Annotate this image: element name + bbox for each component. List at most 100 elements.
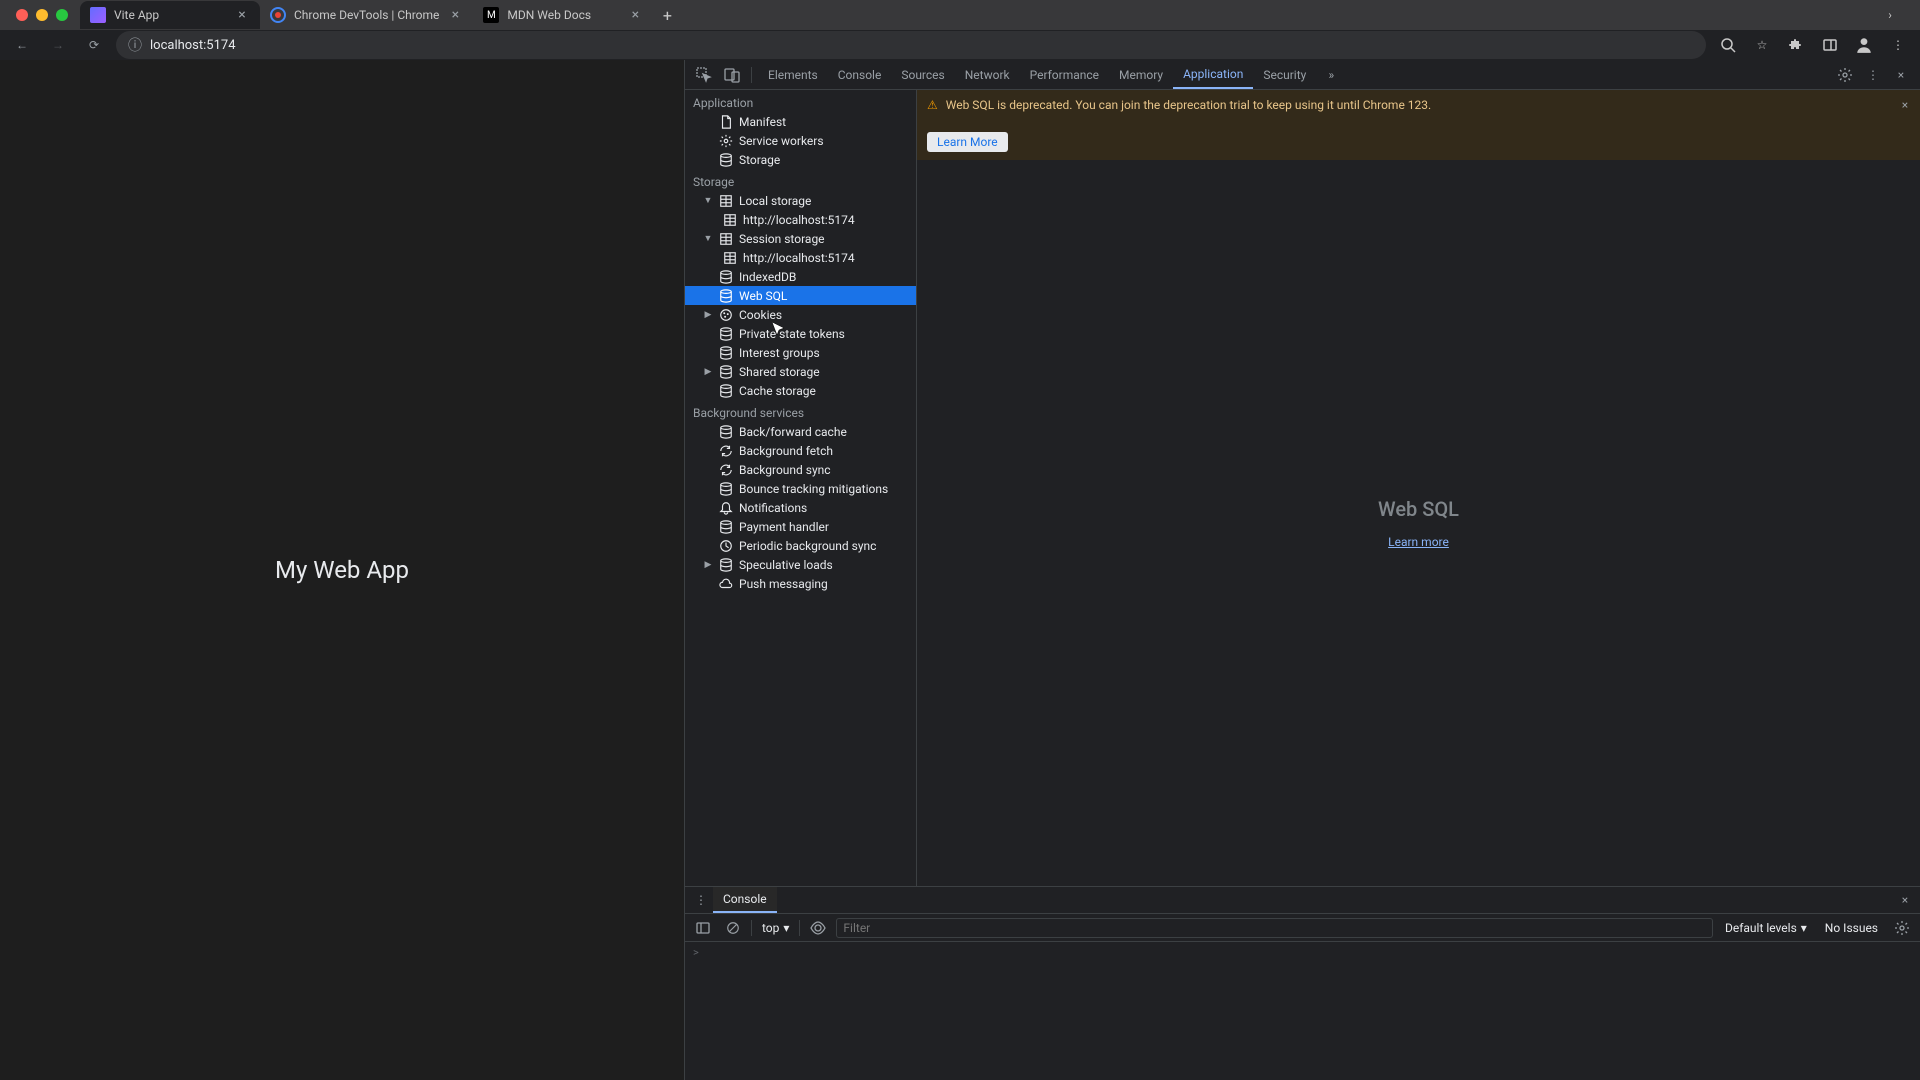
tree-item-private-state-tokens[interactable]: Private state tokens	[685, 324, 916, 343]
tree-item-payment-handler[interactable]: Payment handler	[685, 517, 916, 536]
learn-more-link[interactable]: Learn more	[1388, 535, 1449, 549]
tab-sources[interactable]: Sources	[891, 60, 954, 89]
new-tab-button[interactable]: +	[653, 1, 681, 29]
back-button[interactable]: ←	[8, 31, 36, 59]
bookmark-icon[interactable]: ☆	[1748, 31, 1776, 59]
drawer-tab-console[interactable]: Console	[713, 887, 777, 913]
tree-item-notifications[interactable]: Notifications	[685, 498, 916, 517]
db-icon	[719, 520, 733, 534]
separator	[751, 67, 752, 83]
tree-item-local-storage[interactable]: ▼Local storage	[685, 191, 916, 210]
forward-button[interactable]: →	[44, 31, 72, 59]
tree-item-origin[interactable]: http://localhost:5174	[685, 248, 916, 267]
more-tabs-icon[interactable]: »	[1318, 62, 1344, 88]
browser-tab-devtools[interactable]: Chrome DevTools | Chrome ×	[260, 1, 473, 29]
tree-item-label: Service workers	[739, 134, 824, 148]
inspect-element-icon[interactable]	[691, 62, 717, 88]
db-icon	[719, 153, 733, 167]
db-icon	[719, 558, 733, 572]
tree-item-background-sync[interactable]: Background sync	[685, 460, 916, 479]
tree-item-origin[interactable]: http://localhost:5174	[685, 210, 916, 229]
tree-item-manifest[interactable]: Manifest	[685, 112, 916, 131]
tab-network[interactable]: Network	[955, 60, 1020, 89]
tree-item-back-forward-cache[interactable]: Back/forward cache	[685, 422, 916, 441]
extensions-icon[interactable]	[1782, 31, 1810, 59]
tree-item-label: Manifest	[739, 115, 786, 129]
window-controls	[8, 9, 80, 21]
close-tab-icon[interactable]: ×	[447, 7, 463, 23]
tree-item-cache-storage[interactable]: Cache storage	[685, 381, 916, 400]
chevron-right-icon: ▶	[703, 310, 713, 320]
tree-item-label: Push messaging	[739, 577, 828, 591]
tab-memory[interactable]: Memory	[1109, 60, 1173, 89]
close-drawer-icon[interactable]: ×	[1894, 889, 1916, 911]
maximize-window[interactable]	[56, 9, 68, 21]
tab-security[interactable]: Security	[1253, 60, 1316, 89]
close-warning-icon[interactable]: ×	[1896, 96, 1914, 114]
tab-console[interactable]: Console	[828, 60, 892, 89]
context-selector[interactable]: top ▾	[758, 921, 793, 935]
tree-item-storage[interactable]: Storage	[685, 150, 916, 169]
chevron-right-icon: ▶	[703, 560, 713, 570]
console-settings-icon[interactable]	[1890, 916, 1914, 940]
tree-item-interest-groups[interactable]: Interest groups	[685, 343, 916, 362]
chrome-chevron-icon[interactable]: ›	[1878, 3, 1902, 27]
drawer-menu-icon[interactable]: ⋮	[689, 888, 713, 912]
tab-elements[interactable]: Elements	[758, 60, 828, 89]
address-bar[interactable]: ⓘ localhost:5174	[116, 31, 1706, 59]
tree-item-service-workers[interactable]: Service workers	[685, 131, 916, 150]
live-expression-icon[interactable]	[806, 916, 830, 940]
issues-indicator[interactable]: No Issues	[1819, 921, 1884, 935]
search-icon[interactable]	[1714, 31, 1742, 59]
learn-more-button[interactable]: Learn More	[927, 132, 1008, 152]
browser-tab-vite[interactable]: Vite App ×	[80, 1, 260, 29]
side-panel-icon[interactable]	[1816, 31, 1844, 59]
tree-item-label: Session storage	[739, 232, 825, 246]
tab-application[interactable]: Application	[1173, 60, 1253, 89]
tree-section-header: Application	[685, 90, 916, 112]
tree-item-label: Speculative loads	[739, 558, 833, 572]
chevron-down-icon: ▼	[703, 233, 713, 244]
toggle-sidebar-icon[interactable]	[691, 916, 715, 940]
tree-item-web-sql[interactable]: Web SQL	[685, 286, 916, 305]
close-window[interactable]	[16, 9, 28, 21]
clear-console-icon[interactable]	[721, 916, 745, 940]
tree-item-periodic-background-sync[interactable]: Periodic background sync	[685, 536, 916, 555]
device-toggle-icon[interactable]	[719, 62, 745, 88]
tree-item-speculative-loads[interactable]: ▶ Speculative loads	[685, 555, 916, 574]
table-icon	[719, 194, 733, 208]
chrome-menu-icon[interactable]: ⋮	[1884, 31, 1912, 59]
tree-item-label: Storage	[739, 153, 780, 167]
tree-item-session-storage[interactable]: ▼ Session storage	[685, 229, 916, 248]
tree-item-cookies[interactable]: ▶ Cookies	[685, 305, 916, 324]
tree-item-shared-storage[interactable]: ▶Shared storage	[685, 362, 916, 381]
content-area: My Web App Elements Console Sources Netw…	[0, 60, 1920, 1080]
console-prompt: >	[693, 946, 699, 959]
settings-icon[interactable]	[1832, 62, 1858, 88]
site-info-icon[interactable]: ⓘ	[128, 35, 142, 55]
tab-performance[interactable]: Performance	[1020, 60, 1109, 89]
minimize-window[interactable]	[36, 9, 48, 21]
console-output[interactable]: >	[685, 942, 1920, 1080]
tree-item-label: Cookies	[739, 308, 782, 322]
devtools-tabs: Elements Console Sources Network Perform…	[758, 60, 1316, 89]
devtools-menu-icon[interactable]: ⋮	[1860, 62, 1886, 88]
tree-item-indexeddb[interactable]: IndexedDB	[685, 267, 916, 286]
reload-button[interactable]: ⟳	[80, 31, 108, 59]
browser-chrome: Vite App × Chrome DevTools | Chrome × M …	[0, 0, 1920, 60]
tree-item-label: Bounce tracking mitigations	[739, 482, 888, 496]
db-icon	[719, 270, 733, 284]
profile-icon[interactable]	[1850, 31, 1878, 59]
console-filter-input[interactable]	[836, 918, 1713, 938]
tree-item-label: Interest groups	[739, 346, 820, 360]
tree-item-push-messaging[interactable]: Push messaging	[685, 574, 916, 593]
tree-item-bounce-tracking-mitigations[interactable]: Bounce tracking mitigations	[685, 479, 916, 498]
close-tab-icon[interactable]: ×	[627, 7, 643, 23]
chevron-down-icon: ▾	[1801, 921, 1807, 935]
db-icon	[719, 425, 733, 439]
log-levels-selector[interactable]: Default levels ▾	[1719, 921, 1813, 935]
close-tab-icon[interactable]: ×	[234, 7, 250, 23]
browser-tab-mdn[interactable]: M MDN Web Docs ×	[473, 1, 653, 29]
tree-item-background-fetch[interactable]: Background fetch	[685, 441, 916, 460]
close-devtools-icon[interactable]: ×	[1888, 62, 1914, 88]
